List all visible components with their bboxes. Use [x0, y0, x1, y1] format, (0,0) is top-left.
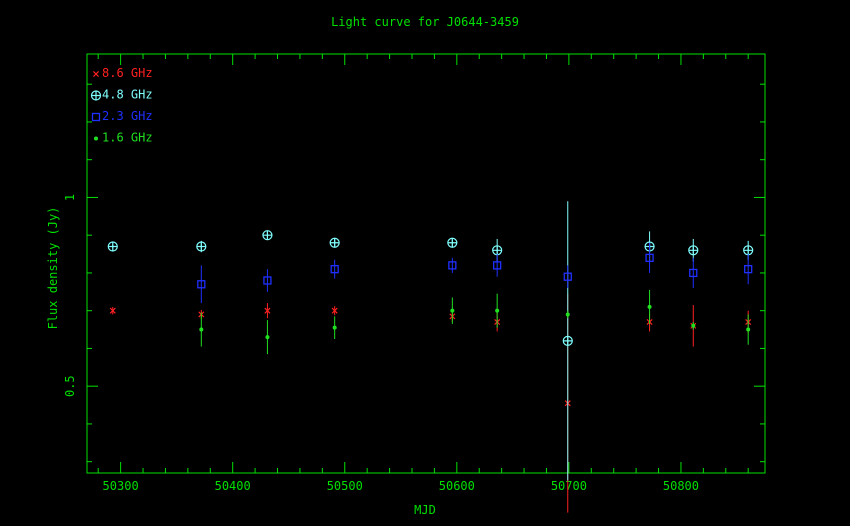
data-point	[691, 323, 696, 328]
legend-marker	[92, 70, 100, 78]
x-tick-label: 50400	[215, 479, 251, 493]
data-point	[562, 335, 573, 346]
data-point	[743, 245, 754, 256]
data-point	[495, 308, 500, 313]
data-point	[746, 327, 751, 332]
x-tick-label: 50700	[551, 479, 587, 493]
plot-frame	[86, 53, 766, 474]
light-curve-chart: Light curve for J0644-3459 MJD Flux dens…	[46, 15, 766, 517]
y-tick-label: 0.5	[63, 375, 77, 397]
data-point	[196, 241, 207, 252]
axes-layer: 50300 50400 50500 50600 50700 50800 0.5 1	[63, 54, 765, 493]
data-point	[492, 245, 503, 256]
x-tick-label: 50500	[327, 479, 363, 493]
legend-label: 4.8 GHz	[102, 88, 153, 102]
legend-marker	[90, 90, 102, 101]
data-point	[647, 304, 652, 309]
legend-label: 2.3 GHz	[102, 109, 153, 123]
data-layer	[107, 201, 754, 513]
series-8-6-ghz	[109, 293, 752, 513]
data-point	[688, 245, 699, 256]
legend-marker	[94, 136, 98, 141]
data-point	[565, 312, 570, 317]
legend-label: 1.6 GHz	[102, 131, 153, 145]
data-point	[265, 335, 270, 340]
series-4-8-ghz	[107, 201, 754, 481]
legend-marker	[91, 112, 101, 122]
legend: 8.6 GHz 4.8 GHz 2.3 GHz 1.6 GHz	[90, 66, 153, 145]
data-point	[262, 230, 273, 241]
x-axis-label: MJD	[414, 503, 436, 517]
legend-label: 8.6 GHz	[102, 66, 153, 80]
series-1-6-ghz	[199, 289, 751, 355]
data-point	[329, 237, 340, 248]
data-point	[199, 327, 204, 332]
x-tick-label: 50600	[439, 479, 475, 493]
series-2-3-ghz	[197, 242, 753, 304]
data-point	[447, 237, 458, 248]
y-tick-label: 1	[63, 194, 77, 201]
x-tick-label: 50800	[663, 479, 699, 493]
chart-title: Light curve for J0644-3459	[331, 15, 519, 29]
y-axis-label: Flux density (Jy)	[46, 207, 60, 330]
data-point	[450, 308, 455, 313]
x-tick-label: 50300	[103, 479, 139, 493]
data-point	[107, 241, 118, 252]
data-point	[332, 325, 337, 330]
